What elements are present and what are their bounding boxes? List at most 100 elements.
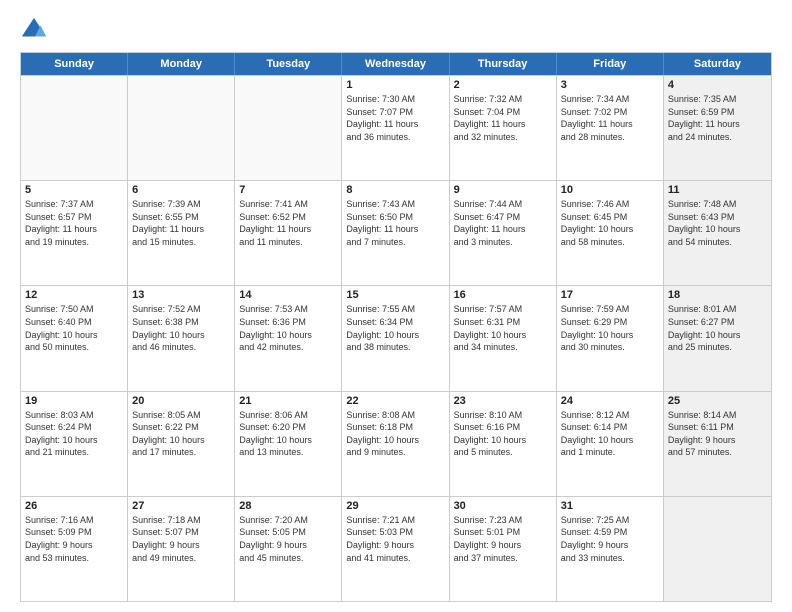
day-cell: 7 Sunrise: 7:41 AM Sunset: 6:52 PM Daylig… bbox=[235, 181, 342, 285]
day-cell: 6 Sunrise: 7:39 AM Sunset: 6:55 PM Daylig… bbox=[128, 181, 235, 285]
day-info: Sunrise: 8:01 AM Sunset: 6:27 PM Dayligh… bbox=[668, 303, 767, 353]
day-info: Sunrise: 8:12 AM Sunset: 6:14 PM Dayligh… bbox=[561, 409, 659, 459]
day-headers: SundayMondayTuesdayWednesdayThursdayFrid… bbox=[21, 53, 771, 75]
day-number: 30 bbox=[454, 500, 552, 512]
day-number: 28 bbox=[239, 500, 337, 512]
day-number: 14 bbox=[239, 289, 337, 301]
day-cell bbox=[235, 76, 342, 180]
day-info: Sunrise: 7:34 AM Sunset: 7:02 PM Dayligh… bbox=[561, 93, 659, 143]
day-info: Sunrise: 7:43 AM Sunset: 6:50 PM Dayligh… bbox=[346, 198, 444, 248]
day-cell: 4 Sunrise: 7:35 AM Sunset: 6:59 PM Daylig… bbox=[664, 76, 771, 180]
day-header: Thursday bbox=[450, 53, 557, 75]
day-number: 22 bbox=[346, 395, 444, 407]
day-header: Tuesday bbox=[235, 53, 342, 75]
day-info: Sunrise: 7:21 AM Sunset: 5:03 PM Dayligh… bbox=[346, 514, 444, 564]
day-number: 9 bbox=[454, 184, 552, 196]
day-info: Sunrise: 7:39 AM Sunset: 6:55 PM Dayligh… bbox=[132, 198, 230, 248]
day-number: 8 bbox=[346, 184, 444, 196]
day-number: 24 bbox=[561, 395, 659, 407]
day-number: 12 bbox=[25, 289, 123, 301]
day-cell: 1Sunrise: 7:30 AM Sunset: 7:07 PM Daylig… bbox=[342, 76, 449, 180]
day-number: 13 bbox=[132, 289, 230, 301]
day-cell bbox=[664, 497, 771, 601]
logo bbox=[20, 16, 52, 44]
day-number: 25 bbox=[668, 395, 767, 407]
day-number: 2 bbox=[454, 79, 552, 91]
week-row: 1Sunrise: 7:30 AM Sunset: 7:07 PM Daylig… bbox=[21, 75, 771, 180]
day-header: Friday bbox=[557, 53, 664, 75]
day-info: Sunrise: 7:41 AM Sunset: 6:52 PM Dayligh… bbox=[239, 198, 337, 248]
day-cell: 27 Sunrise: 7:18 AM Sunset: 5:07 PM Dayli… bbox=[128, 497, 235, 601]
week-row: 12 Sunrise: 7:50 AM Sunset: 6:40 PM Dayli… bbox=[21, 285, 771, 390]
day-cell: 10Sunrise: 7:46 AM Sunset: 6:45 PM Dayli… bbox=[557, 181, 664, 285]
day-cell: 23 Sunrise: 8:10 AM Sunset: 6:16 PM Dayli… bbox=[450, 392, 557, 496]
day-info: Sunrise: 7:30 AM Sunset: 7:07 PM Dayligh… bbox=[346, 93, 444, 143]
day-number: 23 bbox=[454, 395, 552, 407]
day-info: Sunrise: 7:50 AM Sunset: 6:40 PM Dayligh… bbox=[25, 303, 123, 353]
week-row: 26 Sunrise: 7:16 AM Sunset: 5:09 PM Dayli… bbox=[21, 496, 771, 601]
day-number: 19 bbox=[25, 395, 123, 407]
day-info: Sunrise: 7:16 AM Sunset: 5:09 PM Dayligh… bbox=[25, 514, 123, 564]
page: SundayMondayTuesdayWednesdayThursdayFrid… bbox=[0, 0, 792, 612]
day-cell: 19Sunrise: 8:03 AM Sunset: 6:24 PM Dayli… bbox=[21, 392, 128, 496]
day-number: 27 bbox=[132, 500, 230, 512]
calendar: SundayMondayTuesdayWednesdayThursdayFrid… bbox=[20, 52, 772, 602]
day-number: 31 bbox=[561, 500, 659, 512]
day-cell: 26 Sunrise: 7:16 AM Sunset: 5:09 PM Dayli… bbox=[21, 497, 128, 601]
day-info: Sunrise: 7:35 AM Sunset: 6:59 PM Dayligh… bbox=[668, 93, 767, 143]
day-info: Sunrise: 7:20 AM Sunset: 5:05 PM Dayligh… bbox=[239, 514, 337, 564]
day-info: Sunrise: 8:06 AM Sunset: 6:20 PM Dayligh… bbox=[239, 409, 337, 459]
day-cell: 12 Sunrise: 7:50 AM Sunset: 6:40 PM Dayli… bbox=[21, 286, 128, 390]
day-info: Sunrise: 7:52 AM Sunset: 6:38 PM Dayligh… bbox=[132, 303, 230, 353]
day-cell bbox=[21, 76, 128, 180]
day-cell: 17Sunrise: 7:59 AM Sunset: 6:29 PM Dayli… bbox=[557, 286, 664, 390]
day-number: 3 bbox=[561, 79, 659, 91]
day-number: 15 bbox=[346, 289, 444, 301]
day-number: 5 bbox=[25, 184, 123, 196]
day-cell: 20 Sunrise: 8:05 AM Sunset: 6:22 PM Dayli… bbox=[128, 392, 235, 496]
day-cell: 3 Sunrise: 7:34 AM Sunset: 7:02 PM Daylig… bbox=[557, 76, 664, 180]
day-number: 16 bbox=[454, 289, 552, 301]
day-header: Saturday bbox=[664, 53, 771, 75]
day-info: Sunrise: 7:23 AM Sunset: 5:01 PM Dayligh… bbox=[454, 514, 552, 564]
day-info: Sunrise: 7:48 AM Sunset: 6:43 PM Dayligh… bbox=[668, 198, 767, 248]
day-info: Sunrise: 7:59 AM Sunset: 6:29 PM Dayligh… bbox=[561, 303, 659, 353]
day-info: Sunrise: 7:57 AM Sunset: 6:31 PM Dayligh… bbox=[454, 303, 552, 353]
day-number: 18 bbox=[668, 289, 767, 301]
day-info: Sunrise: 7:32 AM Sunset: 7:04 PM Dayligh… bbox=[454, 93, 552, 143]
day-number: 21 bbox=[239, 395, 337, 407]
day-number: 6 bbox=[132, 184, 230, 196]
weeks: 1Sunrise: 7:30 AM Sunset: 7:07 PM Daylig… bbox=[21, 75, 771, 601]
day-info: Sunrise: 7:55 AM Sunset: 6:34 PM Dayligh… bbox=[346, 303, 444, 353]
day-number: 26 bbox=[25, 500, 123, 512]
day-header: Monday bbox=[128, 53, 235, 75]
day-cell: 14Sunrise: 7:53 AM Sunset: 6:36 PM Dayli… bbox=[235, 286, 342, 390]
day-cell: 29 Sunrise: 7:21 AM Sunset: 5:03 PM Dayli… bbox=[342, 497, 449, 601]
day-cell: 2 Sunrise: 7:32 AM Sunset: 7:04 PM Daylig… bbox=[450, 76, 557, 180]
day-cell bbox=[128, 76, 235, 180]
day-number: 29 bbox=[346, 500, 444, 512]
day-info: Sunrise: 8:10 AM Sunset: 6:16 PM Dayligh… bbox=[454, 409, 552, 459]
day-cell: 30 Sunrise: 7:23 AM Sunset: 5:01 PM Dayli… bbox=[450, 497, 557, 601]
day-info: Sunrise: 7:37 AM Sunset: 6:57 PM Dayligh… bbox=[25, 198, 123, 248]
day-number: 20 bbox=[132, 395, 230, 407]
day-cell: 31Sunrise: 7:25 AM Sunset: 4:59 PM Dayli… bbox=[557, 497, 664, 601]
day-info: Sunrise: 8:08 AM Sunset: 6:18 PM Dayligh… bbox=[346, 409, 444, 459]
day-cell: 18 Sunrise: 8:01 AM Sunset: 6:27 PM Dayli… bbox=[664, 286, 771, 390]
day-info: Sunrise: 7:18 AM Sunset: 5:07 PM Dayligh… bbox=[132, 514, 230, 564]
day-cell: 16 Sunrise: 7:57 AM Sunset: 6:31 PM Dayli… bbox=[450, 286, 557, 390]
day-cell: 9Sunrise: 7:44 AM Sunset: 6:47 PM Daylig… bbox=[450, 181, 557, 285]
week-row: 5 Sunrise: 7:37 AM Sunset: 6:57 PM Daylig… bbox=[21, 180, 771, 285]
day-cell: 15 Sunrise: 7:55 AM Sunset: 6:34 PM Dayli… bbox=[342, 286, 449, 390]
day-info: Sunrise: 7:46 AM Sunset: 6:45 PM Dayligh… bbox=[561, 198, 659, 248]
day-number: 7 bbox=[239, 184, 337, 196]
day-cell: 21 Sunrise: 8:06 AM Sunset: 6:20 PM Dayli… bbox=[235, 392, 342, 496]
header bbox=[20, 16, 772, 44]
day-cell: 25 Sunrise: 8:14 AM Sunset: 6:11 PM Dayli… bbox=[664, 392, 771, 496]
day-cell: 22 Sunrise: 8:08 AM Sunset: 6:18 PM Dayli… bbox=[342, 392, 449, 496]
day-cell: 24 Sunrise: 8:12 AM Sunset: 6:14 PM Dayli… bbox=[557, 392, 664, 496]
day-number: 4 bbox=[668, 79, 767, 91]
week-row: 19Sunrise: 8:03 AM Sunset: 6:24 PM Dayli… bbox=[21, 391, 771, 496]
day-info: Sunrise: 8:05 AM Sunset: 6:22 PM Dayligh… bbox=[132, 409, 230, 459]
day-info: Sunrise: 8:14 AM Sunset: 6:11 PM Dayligh… bbox=[668, 409, 767, 459]
